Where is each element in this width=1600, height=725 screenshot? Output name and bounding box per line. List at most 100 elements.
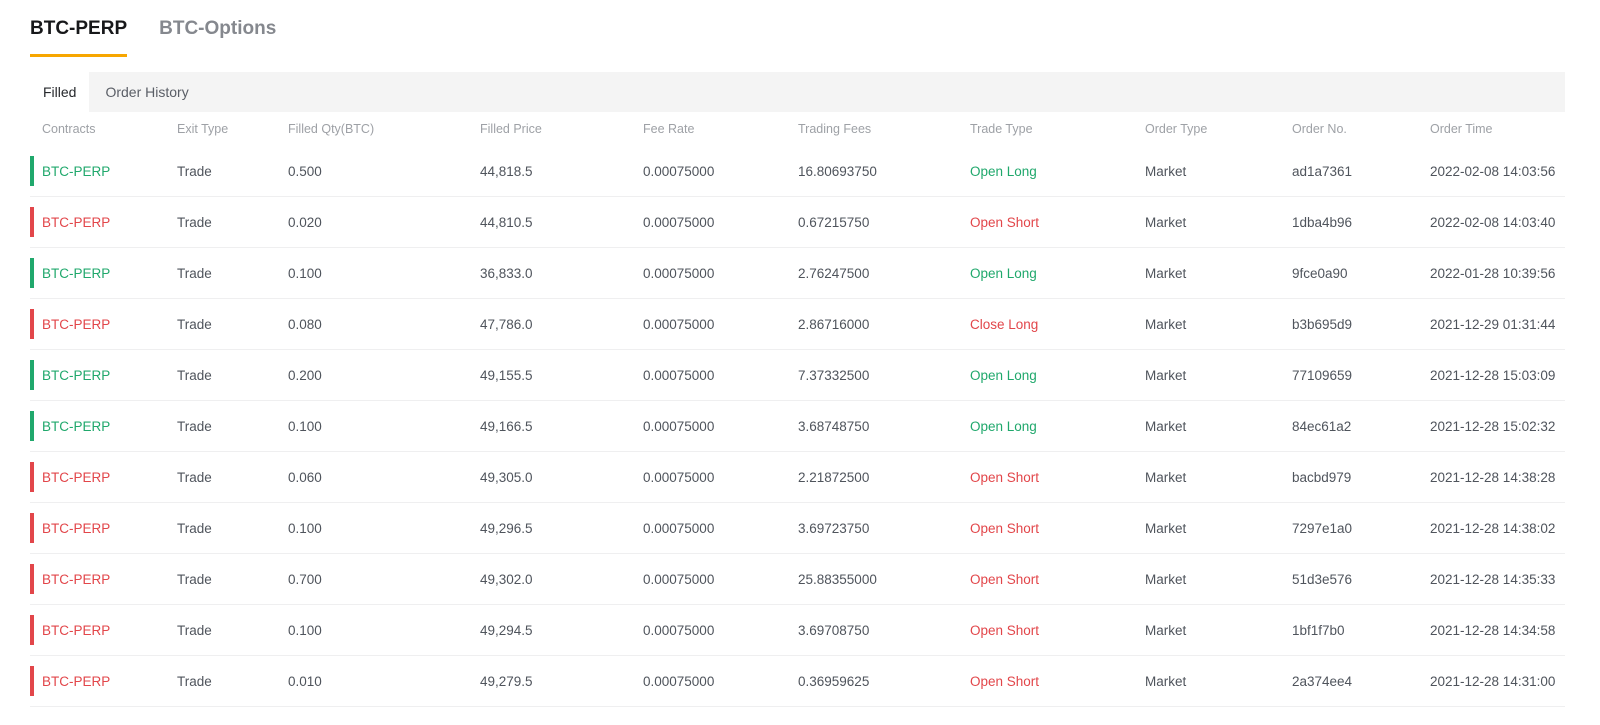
cell-fee-rate: 0.00075000 <box>643 418 715 434</box>
side-indicator-bar <box>30 360 34 390</box>
contract-label: BTC-PERP <box>42 418 111 434</box>
cell-fee-rate: 0.00075000 <box>643 673 715 689</box>
cell-order-type: Market <box>1145 214 1187 230</box>
column-header-contracts: Contracts <box>42 122 96 136</box>
contract-label: BTC-PERP <box>42 367 111 383</box>
cell-filled-price: 49,294.5 <box>480 622 533 638</box>
column-header-filled-price: Filled Price <box>480 122 542 136</box>
cell-order-no: 51d3e576 <box>1292 571 1353 587</box>
cell-order-time: 2021-12-28 14:34:58 <box>1430 622 1556 638</box>
cell-filled-price: 49,279.5 <box>480 673 533 689</box>
cell-fee-rate: 0.00075000 <box>643 163 715 179</box>
cell-contract: BTC-PERP <box>30 513 177 543</box>
cell-order-time: 2022-02-08 14:03:56 <box>1430 163 1556 179</box>
cell-order-no: 7297e1a0 <box>1292 520 1353 536</box>
cell-fee-rate: 0.00075000 <box>643 469 715 485</box>
cell-order-time: 2022-01-28 10:39:56 <box>1430 265 1556 281</box>
cell-filled-price: 44,810.5 <box>480 214 533 230</box>
table-row: BTC-PERP Trade 0.200 49,155.5 0.00075000 7.37… <box>30 350 1565 401</box>
cell-order-no: 1bf1f7b0 <box>1292 622 1345 638</box>
cell-order-no: 2a374ee4 <box>1292 673 1353 689</box>
cell-order-time: 2021-12-28 15:03:09 <box>1430 367 1556 383</box>
subtab-filled[interactable]: Filled <box>30 72 90 112</box>
side-indicator-bar <box>30 258 34 288</box>
cell-contract: BTC-PERP <box>30 309 177 339</box>
cell-order-time: 2021-12-28 14:38:02 <box>1430 520 1556 536</box>
cell-trading-fees: 0.67215750 <box>798 214 870 230</box>
cell-filled-price: 49,302.0 <box>480 571 533 587</box>
cell-contract: BTC-PERP <box>30 666 177 696</box>
cell-order-time: 2021-12-28 14:31:00 <box>1430 673 1556 689</box>
cell-trade-type: Open Long <box>970 265 1037 281</box>
cell-filled-qty: 0.100 <box>288 418 322 434</box>
cell-order-type: Market <box>1145 571 1187 587</box>
cell-order-no: ad1a7361 <box>1292 163 1353 179</box>
cell-fee-rate: 0.00075000 <box>643 622 715 638</box>
cell-order-type: Market <box>1145 673 1187 689</box>
cell-order-time: 2021-12-29 01:31:44 <box>1430 316 1556 332</box>
side-indicator-bar <box>30 207 34 237</box>
cell-order-time: 2022-02-08 14:03:40 <box>1430 214 1556 230</box>
cell-trade-type: Open Long <box>970 367 1037 383</box>
cell-trade-type: Open Short <box>970 622 1040 638</box>
cell-filled-qty: 0.500 <box>288 163 322 179</box>
cell-filled-qty: 0.100 <box>288 520 322 536</box>
tab-btc-options[interactable]: BTC-Options <box>159 15 276 57</box>
cell-exit-type: Trade <box>177 571 212 587</box>
cell-exit-type: Trade <box>177 214 212 230</box>
cell-contract: BTC-PERP <box>30 258 177 288</box>
cell-fee-rate: 0.00075000 <box>643 316 715 332</box>
cell-order-type: Market <box>1145 265 1187 281</box>
cell-trade-type: Open Short <box>970 520 1040 536</box>
cell-fee-rate: 0.00075000 <box>643 367 715 383</box>
column-header-fee-rate: Fee Rate <box>643 122 695 136</box>
cell-trading-fees: 3.69723750 <box>798 520 870 536</box>
cell-filled-price: 47,786.0 <box>480 316 533 332</box>
contract-label: BTC-PERP <box>42 163 111 179</box>
cell-trade-type: Open Short <box>970 214 1040 230</box>
cell-contract: BTC-PERP <box>30 411 177 441</box>
cell-filled-qty: 0.100 <box>288 265 322 281</box>
order-subtabs: Filled Order History <box>30 72 1565 112</box>
cell-contract: BTC-PERP <box>30 360 177 390</box>
contract-tabs: BTC-PERP BTC-Options <box>0 0 1600 57</box>
cell-trading-fees: 2.86716000 <box>798 316 870 332</box>
subtab-order-history[interactable]: Order History <box>89 72 204 112</box>
cell-contract: BTC-PERP <box>30 615 177 645</box>
table-row: BTC-PERP Trade 0.060 49,305.0 0.00075000 2.21… <box>30 452 1565 503</box>
cell-order-type: Market <box>1145 520 1187 536</box>
side-indicator-bar <box>30 666 34 696</box>
cell-exit-type: Trade <box>177 418 212 434</box>
cell-order-type: Market <box>1145 469 1187 485</box>
cell-order-no: 84ec61a2 <box>1292 418 1352 434</box>
table-body: BTC-PERP Trade 0.500 44,818.5 0.00075000 16.8… <box>30 146 1565 707</box>
cell-trading-fees: 25.88355000 <box>798 571 877 587</box>
cell-trading-fees: 16.80693750 <box>798 163 877 179</box>
cell-filled-price: 49,305.0 <box>480 469 533 485</box>
cell-trading-fees: 3.69708750 <box>798 622 870 638</box>
cell-exit-type: Trade <box>177 469 212 485</box>
table-row: BTC-PERP Trade 0.100 49,294.5 0.00075000 3.69… <box>30 605 1565 656</box>
cell-trading-fees: 2.76247500 <box>798 265 870 281</box>
side-indicator-bar <box>30 564 34 594</box>
cell-trading-fees: 7.37332500 <box>798 367 870 383</box>
side-indicator-bar <box>30 309 34 339</box>
cell-order-time: 2021-12-28 14:38:28 <box>1430 469 1556 485</box>
cell-contract: BTC-PERP <box>30 462 177 492</box>
cell-filled-qty: 0.700 <box>288 571 322 587</box>
cell-filled-qty: 0.020 <box>288 214 322 230</box>
cell-trading-fees: 3.68748750 <box>798 418 870 434</box>
cell-filled-price: 49,296.5 <box>480 520 533 536</box>
cell-exit-type: Trade <box>177 265 212 281</box>
side-indicator-bar <box>30 615 34 645</box>
tab-btc-perp[interactable]: BTC-PERP <box>30 15 128 57</box>
cell-contract: BTC-PERP <box>30 156 177 186</box>
table-row: BTC-PERP Trade 0.100 49,166.5 0.00075000 3.68… <box>30 401 1565 452</box>
cell-order-no: bacbd979 <box>1292 469 1352 485</box>
cell-fee-rate: 0.00075000 <box>643 520 715 536</box>
cell-exit-type: Trade <box>177 367 212 383</box>
cell-filled-qty: 0.010 <box>288 673 322 689</box>
cell-order-no: 1dba4b96 <box>1292 214 1353 230</box>
contract-label: BTC-PERP <box>42 214 111 230</box>
cell-order-type: Market <box>1145 163 1187 179</box>
